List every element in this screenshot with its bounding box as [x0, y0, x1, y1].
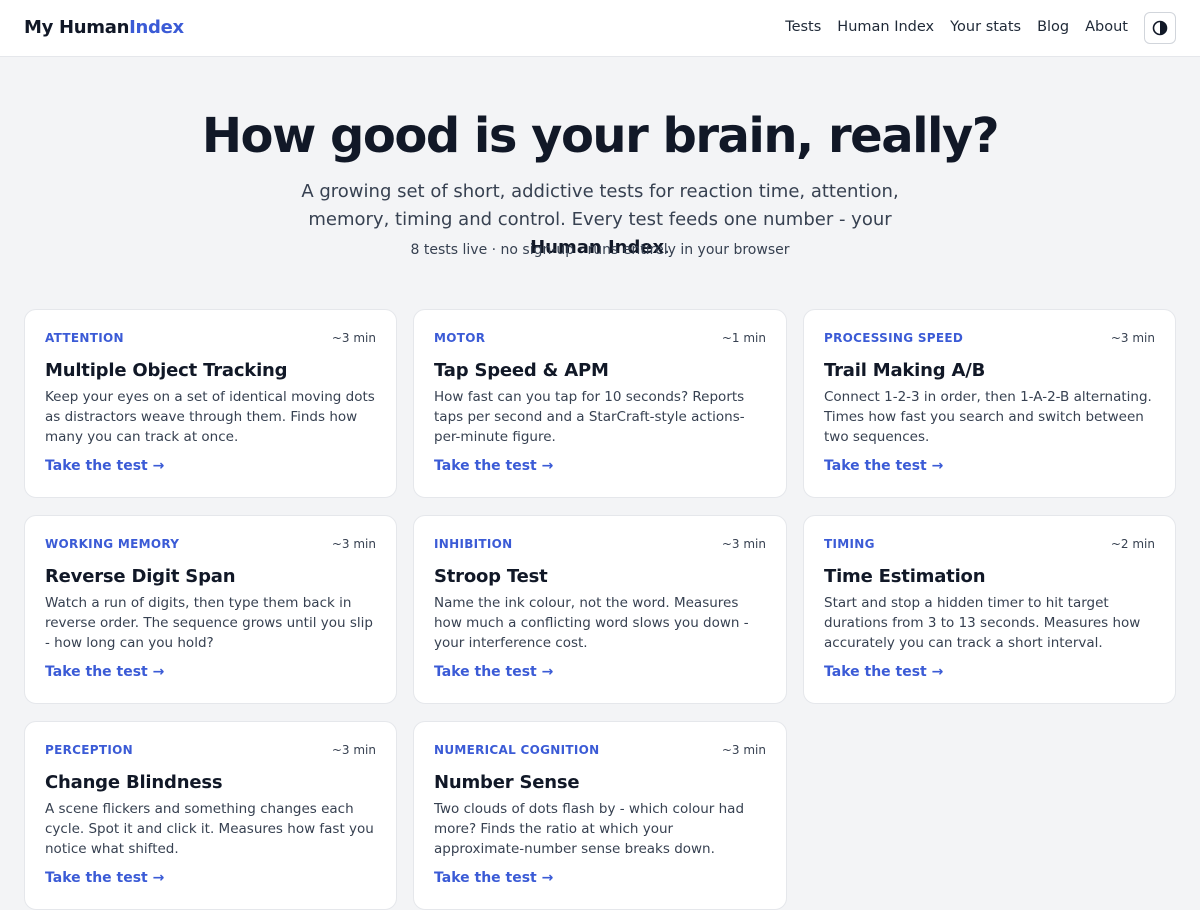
- card-category: Processing Speed: [824, 331, 964, 345]
- card-duration: ~2 min: [1110, 537, 1155, 551]
- test-card[interactable]: Processing Speed ~3 min Trail Making A/B …: [803, 309, 1176, 498]
- nav-link-blog[interactable]: Blog: [1037, 19, 1069, 35]
- card-duration: ~3 min: [721, 537, 766, 551]
- card-category: Working Memory: [45, 537, 180, 551]
- test-card[interactable]: Inhibition ~3 min Stroop Test Name the in…: [413, 515, 787, 704]
- card-duration: ~3 min: [331, 331, 376, 345]
- nav-link-tests[interactable]: Tests: [785, 19, 821, 35]
- brand-logo[interactable]: My HumanIndex: [24, 17, 184, 38]
- card-title: Number Sense: [434, 772, 580, 793]
- card-description: Two clouds of dots flash by - which colo…: [434, 801, 745, 857]
- card-description: Name the ink colour, not the word. Measu…: [434, 595, 749, 651]
- card-title: Time Estimation: [824, 566, 986, 587]
- hero-title: How good is your brain, really?: [201, 108, 1000, 164]
- card-duration: ~1 min: [721, 331, 766, 345]
- take-test-link[interactable]: Take the test →: [45, 458, 164, 474]
- card-title: Tap Speed & APM: [434, 360, 609, 381]
- card-category: Inhibition: [434, 537, 513, 551]
- test-card[interactable]: Numerical Cognition ~3 min Number Sense T…: [413, 721, 787, 910]
- card-description: How fast can you tap for 10 seconds? Rep…: [434, 389, 745, 445]
- card-title: Change Blindness: [45, 772, 223, 793]
- take-test-link[interactable]: Take the test →: [824, 458, 943, 474]
- card-description: Watch a run of digits, then type them ba…: [45, 595, 373, 651]
- card-title: Trail Making A/B: [824, 360, 986, 381]
- card-title: Multiple Object Tracking: [45, 360, 288, 381]
- card-title: Reverse Digit Span: [45, 566, 236, 587]
- half-circle-icon: [1152, 20, 1168, 36]
- top-nav-bar: My HumanIndex Tests Human Index Your sta…: [0, 0, 1200, 57]
- take-test-link[interactable]: Take the test →: [824, 664, 943, 680]
- card-category: Attention: [45, 331, 124, 345]
- card-description: A scene flickers and something changes e…: [45, 801, 374, 857]
- card-description: Keep your eyes on a set of identical mov…: [45, 389, 375, 445]
- take-test-link[interactable]: Take the test →: [45, 870, 164, 886]
- nav-link-your-stats[interactable]: Your stats: [950, 19, 1021, 35]
- test-card[interactable]: Perception ~3 min Change Blindness A scen…: [24, 721, 397, 910]
- card-category: Numerical Cognition: [434, 743, 600, 757]
- main-nav: Tests Human Index Your stats Blog About: [785, 19, 1128, 35]
- test-card-grid: Attention ~3 min Multiple Object Tracking…: [24, 309, 1176, 910]
- take-test-link[interactable]: Take the test →: [434, 458, 553, 474]
- card-duration: ~3 min: [1110, 331, 1155, 345]
- card-category: Perception: [45, 743, 133, 757]
- card-category: Motor: [434, 331, 486, 345]
- card-title: Stroop Test: [434, 566, 548, 587]
- card-duration: ~3 min: [721, 743, 766, 757]
- test-card[interactable]: Timing ~2 min Time Estimation Start and s…: [803, 515, 1176, 704]
- hero-subtitle-text: A growing set of short, addictive tests …: [301, 181, 899, 230]
- brand-text-accent: Index: [129, 17, 184, 38]
- theme-toggle-button[interactable]: [1144, 12, 1176, 44]
- take-test-link[interactable]: Take the test →: [45, 664, 164, 680]
- card-category: Timing: [824, 537, 875, 551]
- take-test-link[interactable]: Take the test →: [434, 870, 553, 886]
- card-description: Start and stop a hidden timer to hit tar…: [824, 595, 1141, 651]
- nav-link-human-index[interactable]: Human Index: [837, 19, 934, 35]
- card-duration: ~3 min: [331, 743, 376, 757]
- card-description: Connect 1-2-3 in order, then 1-A-2-B alt…: [824, 389, 1152, 445]
- test-card[interactable]: Motor ~1 min Tap Speed & APM How fast can…: [413, 309, 787, 498]
- hero-meta: 8 tests live · no sign-up · runs entirel…: [410, 242, 790, 258]
- brand-text-main: My Human: [24, 17, 130, 38]
- nav-link-about[interactable]: About: [1085, 19, 1128, 35]
- test-card[interactable]: Attention ~3 min Multiple Object Tracking…: [24, 309, 397, 498]
- test-card[interactable]: Working Memory ~3 min Reverse Digit Span …: [24, 515, 397, 704]
- take-test-link[interactable]: Take the test →: [434, 664, 553, 680]
- card-duration: ~3 min: [331, 537, 376, 551]
